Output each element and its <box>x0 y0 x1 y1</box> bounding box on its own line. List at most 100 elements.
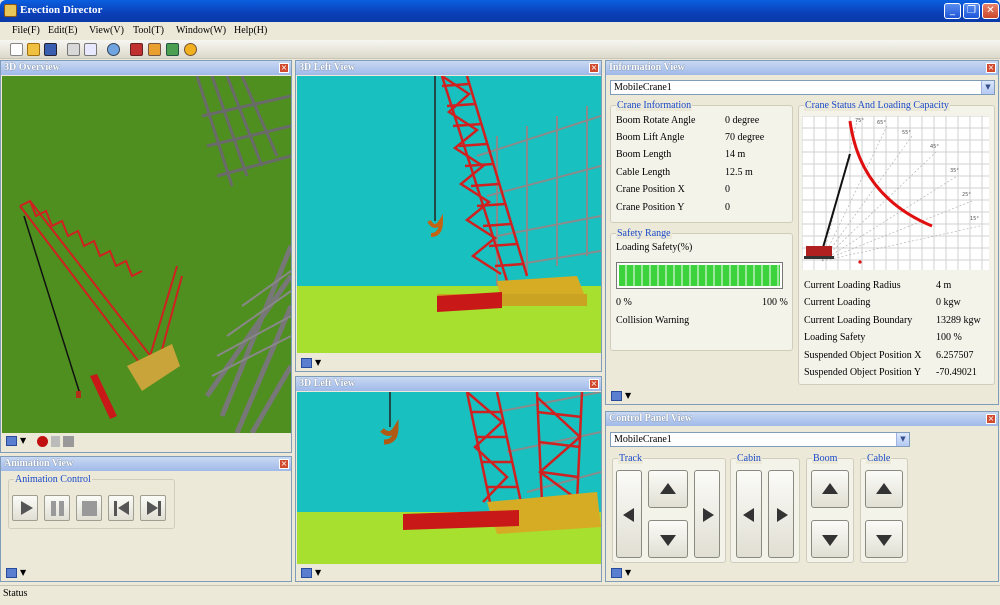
menu-file[interactable]: File(F) <box>12 25 40 36</box>
step-back-button[interactable] <box>108 495 134 521</box>
track-right-button[interactable] <box>694 470 720 558</box>
view-icon[interactable] <box>611 568 622 578</box>
view-icon[interactable] <box>301 568 312 578</box>
field-label: Boom Rotate Angle <box>616 115 696 126</box>
play-button[interactable] <box>12 495 38 521</box>
status-label: Suspended Object Position Y <box>804 367 922 378</box>
record-icon[interactable] <box>37 436 48 447</box>
pause-icon <box>51 501 56 516</box>
view-icon[interactable] <box>611 391 622 401</box>
view-dropdown-icon[interactable]: ▼ <box>625 568 631 577</box>
menu-tool[interactable]: Tool(T) <box>133 25 164 36</box>
pause-icon[interactable] <box>51 436 60 447</box>
chevron-down-icon[interactable]: ▼ <box>896 433 909 446</box>
info-crane-select[interactable]: MobileCrane1 ▼ <box>610 80 995 95</box>
print-preview-icon[interactable] <box>84 43 97 56</box>
track-forward-button[interactable] <box>648 470 688 508</box>
left-view-bottom-panel: 3D Left View × ▼ <box>295 376 602 582</box>
stop-icon[interactable] <box>63 436 74 447</box>
cabin-rotate-right-button[interactable] <box>768 470 794 558</box>
menu-view[interactable]: View(V) <box>89 25 124 36</box>
loading-capacity-chart-svg: 75° 65° 55° 45° 35° 25° 15° <box>801 115 989 270</box>
stop-button[interactable] <box>76 495 102 521</box>
left-view-bottom-scene <box>297 392 601 564</box>
collision-warning-label: Collision Warning <box>616 315 690 326</box>
overview-viewport[interactable] <box>2 76 291 433</box>
boom-up-button[interactable] <box>811 470 849 508</box>
status-value: 0 kgw <box>936 297 961 308</box>
animation-close-icon[interactable]: × <box>279 459 289 469</box>
left-view-bottom-viewport[interactable] <box>297 392 601 564</box>
crane-tool-icon[interactable] <box>130 43 143 56</box>
toolbar <box>0 40 1000 59</box>
field-label: Cable Length <box>616 167 671 178</box>
overview-panel: 3D Overview × ▼ <box>0 60 292 453</box>
arrow-up-icon <box>822 483 838 494</box>
gear-icon[interactable] <box>184 43 197 56</box>
settings-tool-icon[interactable] <box>148 43 161 56</box>
boom-down-button[interactable] <box>811 520 849 558</box>
view-dropdown-icon[interactable]: ▼ <box>20 436 26 445</box>
overview-footer: ▼ <box>1 433 291 451</box>
left-view-top-close-icon[interactable]: × <box>589 63 599 73</box>
arrow-left-icon <box>623 508 634 522</box>
control-close-icon[interactable]: × <box>986 414 996 424</box>
overview-panel-title: 3D Overview <box>1 61 291 75</box>
information-footer: ▼ <box>606 388 998 404</box>
arrow-up-icon <box>876 483 892 494</box>
view-dropdown-icon[interactable]: ▼ <box>315 568 321 577</box>
field-value: 0 <box>725 202 730 213</box>
status-value: 13289 kgw <box>936 315 981 326</box>
menu-bar: File(F) Edit(E) View(V) Tool(T) Window(W… <box>0 22 1000 40</box>
menu-edit[interactable]: Edit(E) <box>48 25 77 36</box>
field-value: 14 m <box>725 149 746 160</box>
save-icon[interactable] <box>44 43 57 56</box>
view-dropdown-icon[interactable]: ▼ <box>625 391 631 400</box>
refresh-icon[interactable] <box>166 43 179 56</box>
pause-button[interactable] <box>44 495 70 521</box>
view-icon[interactable] <box>6 436 17 446</box>
open-folder-icon[interactable] <box>27 43 40 56</box>
status-label: Suspended Object Position X <box>804 350 922 361</box>
step-back-icon <box>118 501 129 515</box>
loading-safety-progress-fill <box>619 265 780 286</box>
cabin-rotate-left-button[interactable] <box>736 470 762 558</box>
minimize-button[interactable]: _ <box>944 3 961 19</box>
view-dropdown-icon[interactable]: ▼ <box>20 568 26 577</box>
menu-help[interactable]: Help(H) <box>234 25 267 36</box>
maximize-button[interactable]: ❐ <box>963 3 980 19</box>
left-view-top-viewport[interactable] <box>297 76 601 353</box>
load-point <box>858 260 862 264</box>
print-icon[interactable] <box>67 43 80 56</box>
globe-icon[interactable] <box>107 43 120 56</box>
menu-window[interactable]: Window(W) <box>176 25 226 36</box>
status-label: Current Loading Boundary <box>804 315 913 326</box>
range-min-label: 0 % <box>616 297 632 308</box>
arrow-down-icon <box>876 535 892 546</box>
boom-group-title: Boom <box>812 453 839 464</box>
view-icon[interactable] <box>6 568 17 578</box>
cable-up-button[interactable] <box>865 470 903 508</box>
track-left-button[interactable] <box>616 470 642 558</box>
view-icon[interactable] <box>301 358 312 368</box>
overview-scene <box>2 76 291 433</box>
close-button[interactable]: ✕ <box>982 3 999 19</box>
left-view-bottom-close-icon[interactable]: × <box>589 379 599 389</box>
crane-information-title: Crane Information <box>616 100 693 111</box>
information-close-icon[interactable]: × <box>986 63 996 73</box>
pause-icon <box>59 501 64 516</box>
control-crane-select-value: MobileCrane1 <box>614 434 672 445</box>
new-file-icon[interactable] <box>10 43 23 56</box>
cable-down-button[interactable] <box>865 520 903 558</box>
angle-label: 25° <box>962 192 971 198</box>
information-panel-title: Information View <box>606 61 998 75</box>
control-crane-select[interactable]: MobileCrane1 ▼ <box>610 432 910 447</box>
chevron-down-icon[interactable]: ▼ <box>981 81 994 94</box>
status-text: Status <box>3 588 28 599</box>
view-dropdown-icon[interactable]: ▼ <box>315 358 321 367</box>
step-forward-button[interactable] <box>140 495 166 521</box>
overview-close-icon[interactable]: × <box>279 63 289 73</box>
range-max-label: 100 % <box>762 297 788 308</box>
track-back-button[interactable] <box>648 520 688 558</box>
control-panel-title: Control Panel View <box>606 412 998 426</box>
